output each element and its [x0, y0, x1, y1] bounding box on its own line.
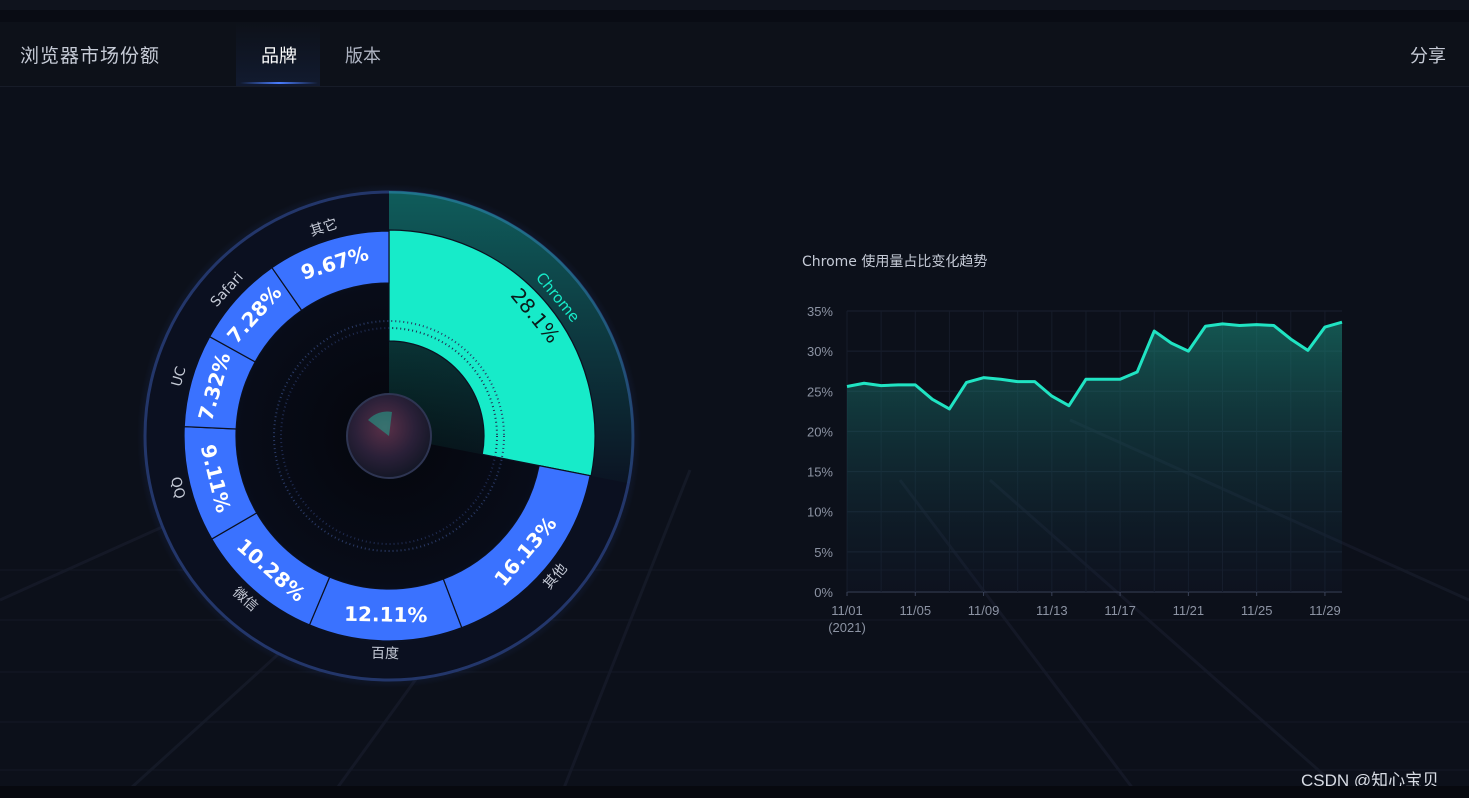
- x-year-label: (2021): [828, 620, 866, 635]
- y-tick-label: 35%: [807, 304, 833, 319]
- y-tick-label: 15%: [807, 465, 833, 480]
- y-tick-label: 30%: [807, 344, 833, 359]
- chrome-trend-area-chart: Chrome 使用量占比变化趋势 0%5%10%15%20%25%30%35% …: [802, 253, 1343, 635]
- x-tick-label: 11/13: [1036, 603, 1068, 618]
- x-tick-label: 11/01: [831, 603, 863, 618]
- y-tick-label: 0%: [814, 585, 833, 600]
- window-bottom-edge: [0, 786, 1469, 798]
- trend-area-fill: [847, 322, 1342, 592]
- trend-chart-title: Chrome 使用量占比变化趋势: [802, 253, 987, 270]
- x-tick-label: 11/17: [1104, 603, 1136, 618]
- y-tick-label: 5%: [814, 545, 833, 560]
- x-tick-label: 11/25: [1241, 603, 1273, 618]
- x-tick-label: 11/09: [968, 603, 1000, 618]
- x-tick-label: 11/29: [1309, 603, 1341, 618]
- x-tick-label: 11/21: [1173, 603, 1205, 618]
- y-tick-label: 20%: [807, 424, 833, 439]
- x-tick-label: 11/05: [899, 603, 931, 618]
- y-tick-label: 10%: [807, 505, 833, 520]
- y-tick-label: 25%: [807, 384, 833, 399]
